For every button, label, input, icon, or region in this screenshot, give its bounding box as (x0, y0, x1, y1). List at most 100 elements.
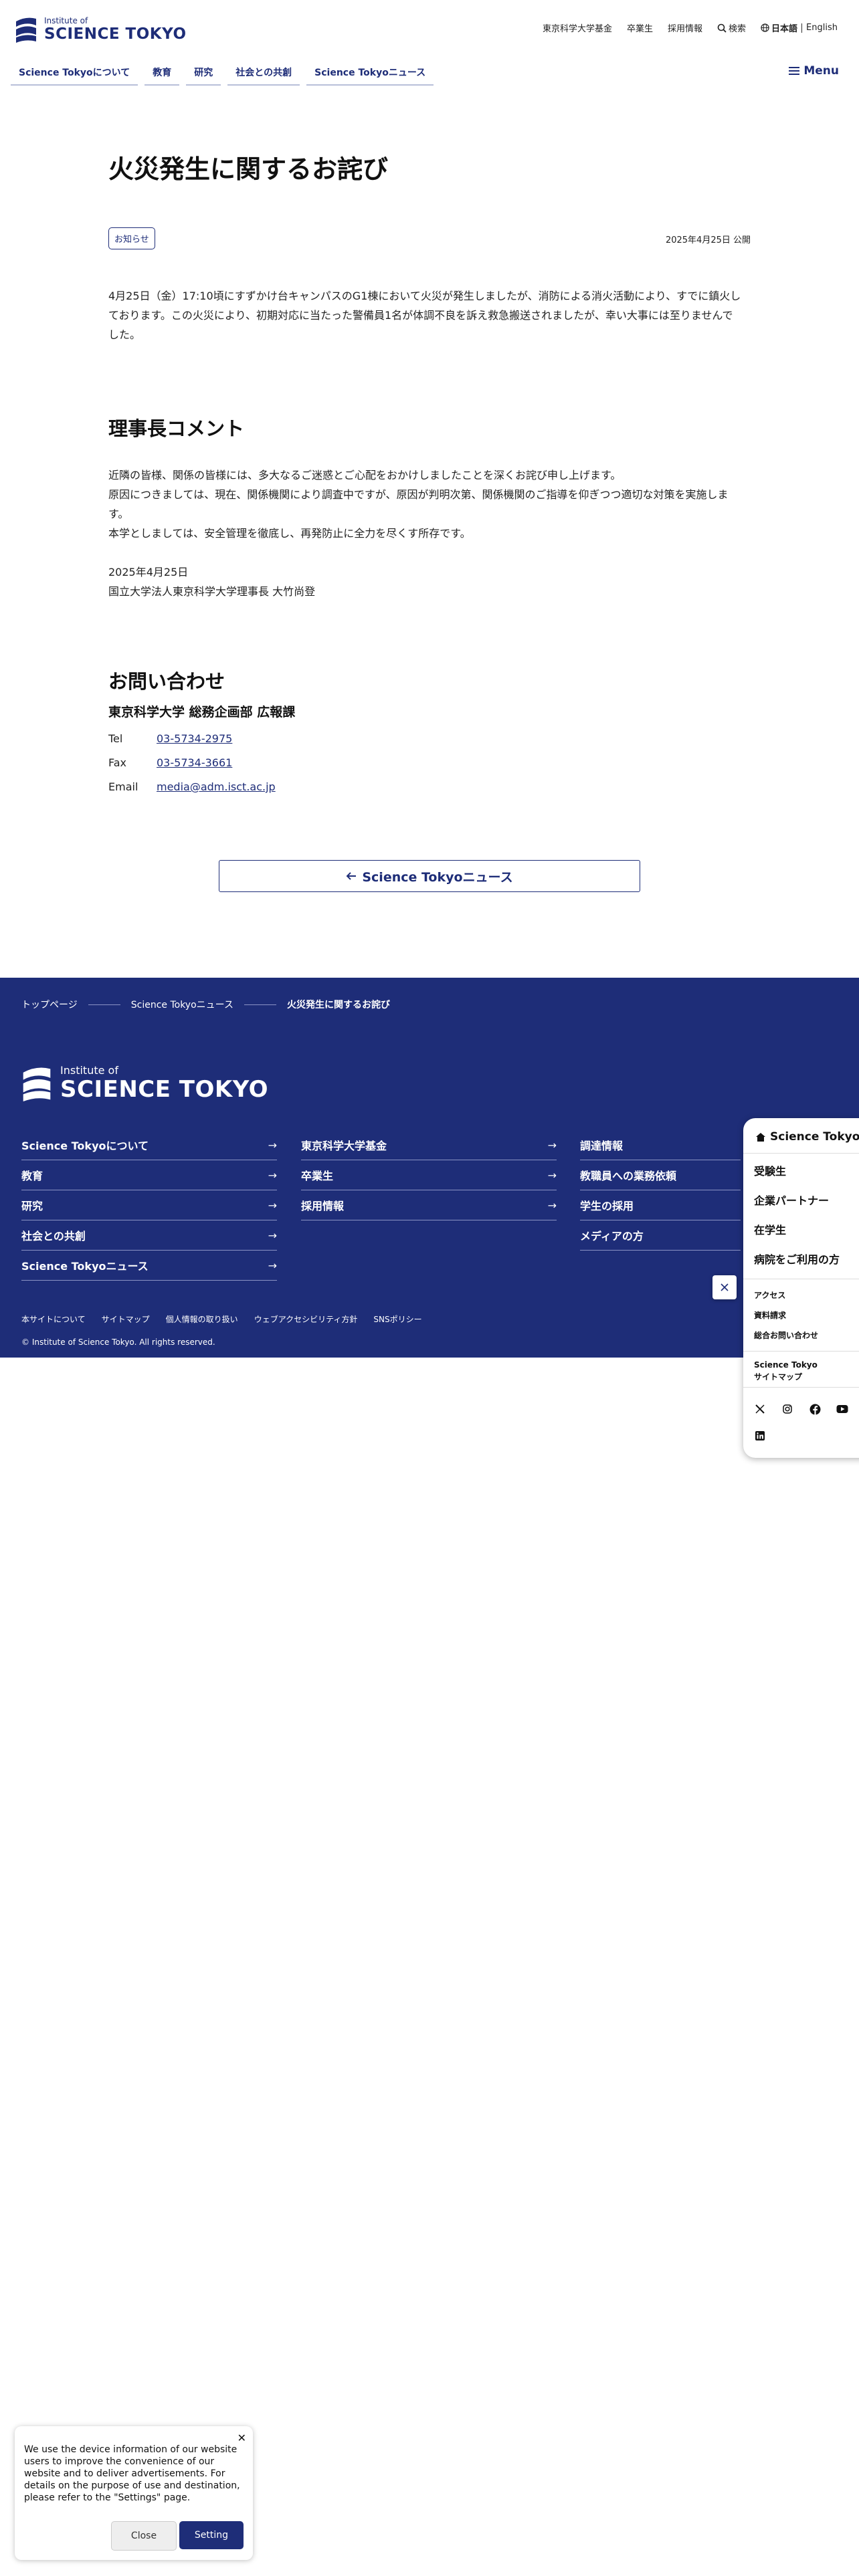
search-label: 検索 (729, 24, 747, 34)
panel-link-partners[interactable]: 企業パートナー (754, 1192, 829, 1208)
footer-col-1: Science Tokyoについて → 教育 → 研究 → 社会との共創 → Scien… (21, 1130, 277, 1281)
panel-link-access[interactable]: アクセス (754, 1289, 785, 1301)
close-icon (721, 1283, 729, 1291)
panel-sitemap-line1[interactable]: Science Tokyo (754, 1360, 818, 1370)
lead-paragraph: 4月25日（金）17:10頃にすずかけ台キャンパスのG1棟において火災が発生しま… (108, 290, 741, 341)
email-link[interactable]: media@adm.isct.ac.jp (157, 780, 276, 793)
linkedin-icon[interactable] (753, 1428, 767, 1443)
panel-link-applicants[interactable]: 受験生 (754, 1162, 786, 1178)
footer-link-label: 卒業生 (301, 1170, 334, 1182)
contact-fax-row: Fax 03-5734-3661 (108, 756, 232, 769)
instagram-icon[interactable] (780, 1402, 795, 1416)
footer-accessibility[interactable]: ウェブアクセシビリティ方針 (254, 1313, 358, 1325)
footer-link-business-request[interactable]: 教職員への業務依頼 (580, 1160, 741, 1190)
site-logo[interactable]: Institute of SCIENCE TOKYO (15, 15, 187, 44)
breadcrumb-divider (244, 1004, 276, 1005)
footer-sitemap[interactable]: サイトマップ (102, 1313, 150, 1325)
nav-item-news[interactable]: Science Tokyoニュース (306, 63, 434, 86)
science-tokyo-logo-icon (23, 1067, 51, 1102)
category-tag[interactable]: お知らせ (108, 227, 155, 249)
logo-big-text: SCIENCE TOKYO (44, 25, 187, 43)
arrow-right-icon: → (268, 1228, 277, 1242)
sign-name: 国立大学法人東京科学大学理事長 大竹尚登 (108, 585, 316, 598)
footer-col-3: 調達情報 教職員への業務依頼 学生の採用 メディアの方 (580, 1130, 741, 1251)
menu-button[interactable]: Menu (789, 64, 839, 78)
footer-privacy[interactable]: 個人情報の取り扱い (166, 1313, 238, 1325)
cookie-dismiss-icon[interactable]: ✕ (237, 2432, 246, 2444)
footer-link-fund[interactable]: 東京科学大学基金 → (301, 1130, 557, 1160)
footer-about-site[interactable]: 本サイトについて (21, 1313, 86, 1325)
publish-date: 2025年4月25日 公開 (665, 235, 751, 245)
footer-link-procurement[interactable]: 調達情報 (580, 1130, 741, 1160)
footer-link-about[interactable]: Science Tokyoについて → (21, 1130, 277, 1160)
panel-home-link[interactable]: Science Tokyo (755, 1130, 859, 1144)
footer-link-recruit[interactable]: 採用情報 → (301, 1190, 557, 1220)
lang-english-link[interactable]: English (806, 23, 838, 33)
nav-item-about[interactable]: Science Tokyoについて (11, 63, 138, 86)
email-label: Email (108, 780, 138, 793)
cookie-setting-button[interactable]: Setting (179, 2521, 244, 2549)
search-icon (717, 23, 727, 33)
fax-label: Fax (108, 756, 127, 769)
science-tokyo-logo-icon (16, 17, 36, 43)
panel-divider (743, 1387, 859, 1388)
arrow-right-icon: → (268, 1259, 277, 1272)
arrow-right-icon: → (268, 1168, 277, 1182)
footer-link-education[interactable]: 教育 → (21, 1160, 277, 1190)
panel-link-inquiry[interactable]: 総合お問い合わせ (754, 1329, 818, 1341)
facebook-icon[interactable] (807, 1402, 822, 1416)
breadcrumb-divider (88, 1004, 120, 1005)
arrow-right-icon: → (547, 1198, 557, 1212)
panel-divider (743, 1153, 859, 1154)
nav-item-society[interactable]: 社会との共創 (227, 63, 300, 86)
site-footer: トップページ Science Tokyoニュース 火災発生に関するお詫び Ins… (0, 978, 859, 1358)
fax-link[interactable]: 03-5734-3661 (157, 756, 232, 769)
util-fund-link[interactable]: 東京科学大学基金 (543, 21, 612, 34)
footer-logo[interactable]: Institute of SCIENCE TOKYO (21, 1063, 268, 1103)
footer-link-news[interactable]: Science Tokyoニュース → (21, 1251, 277, 1281)
footer-link-label: 研究 (21, 1200, 43, 1212)
util-alumni-link[interactable]: 卒業生 (627, 21, 653, 34)
footer-link-alumni[interactable]: 卒業生 → (301, 1160, 557, 1190)
lang-current[interactable]: 日本語 (761, 21, 797, 34)
footer-link-label: 学生の採用 (580, 1200, 634, 1212)
footer-bottom-links: 本サイトについて サイトマップ 個人情報の取り扱い ウェブアクセシビリティ方針 … (21, 1313, 422, 1325)
footer-sns-policy[interactable]: SNSポリシー (373, 1313, 421, 1325)
util-search-button[interactable]: 検索 (717, 21, 746, 34)
tel-label: Tel (108, 732, 123, 745)
breadcrumb-home[interactable]: トップページ (21, 998, 78, 1011)
x-twitter-icon[interactable] (753, 1402, 767, 1416)
back-button-label: Science Tokyoニュース (362, 869, 513, 885)
nav-item-research[interactable]: 研究 (186, 63, 221, 86)
sign-date: 2025年4月25日 (108, 566, 189, 578)
panel-link-hospital[interactable]: 病院をご利用の方 (754, 1251, 840, 1267)
arrow-right-icon: → (268, 1138, 277, 1152)
contact-email-row: Email media@adm.isct.ac.jp (108, 780, 276, 793)
util-recruit-link[interactable]: 採用情報 (668, 21, 702, 34)
breadcrumb: トップページ Science Tokyoニュース 火災発生に関するお詫び (21, 998, 390, 1011)
cookie-text: We use the device information of our web… (24, 2444, 240, 2503)
panel-link-brochure[interactable]: 資料請求 (754, 1309, 786, 1321)
footer-link-media[interactable]: メディアの方 (580, 1220, 741, 1251)
lang-divider (801, 23, 803, 33)
cookie-close-button[interactable]: Close (111, 2521, 177, 2551)
footer-link-label: 教職員への業務依頼 (580, 1170, 677, 1182)
footer-link-label: 採用情報 (301, 1200, 345, 1212)
home-icon (756, 1132, 765, 1142)
panel-link-students[interactable]: 在学生 (754, 1221, 786, 1237)
footer-link-society[interactable]: 社会との共創 → (21, 1220, 277, 1251)
globe-icon (761, 23, 769, 32)
footer-link-label: Science Tokyoニュース (21, 1260, 149, 1273)
panel-close-button[interactable] (712, 1275, 737, 1299)
cookie-banner: ✕ We use the device information of our w… (15, 2426, 253, 2560)
footer-link-research[interactable]: 研究 → (21, 1190, 277, 1220)
back-to-news-button[interactable]: Science Tokyoニュース (219, 860, 640, 892)
logo-small-text: Institute of (44, 16, 88, 25)
footer-col-2: 東京科学大学基金 → 卒業生 → 採用情報 → (301, 1130, 557, 1220)
breadcrumb-news[interactable]: Science Tokyoニュース (131, 998, 233, 1011)
panel-sitemap-line2[interactable]: サイトマップ (754, 1371, 802, 1382)
footer-link-student-hiring[interactable]: 学生の採用 (580, 1190, 741, 1220)
youtube-icon[interactable] (835, 1402, 850, 1416)
nav-item-education[interactable]: 教育 (145, 63, 180, 86)
tel-link[interactable]: 03-5734-2975 (157, 732, 232, 745)
